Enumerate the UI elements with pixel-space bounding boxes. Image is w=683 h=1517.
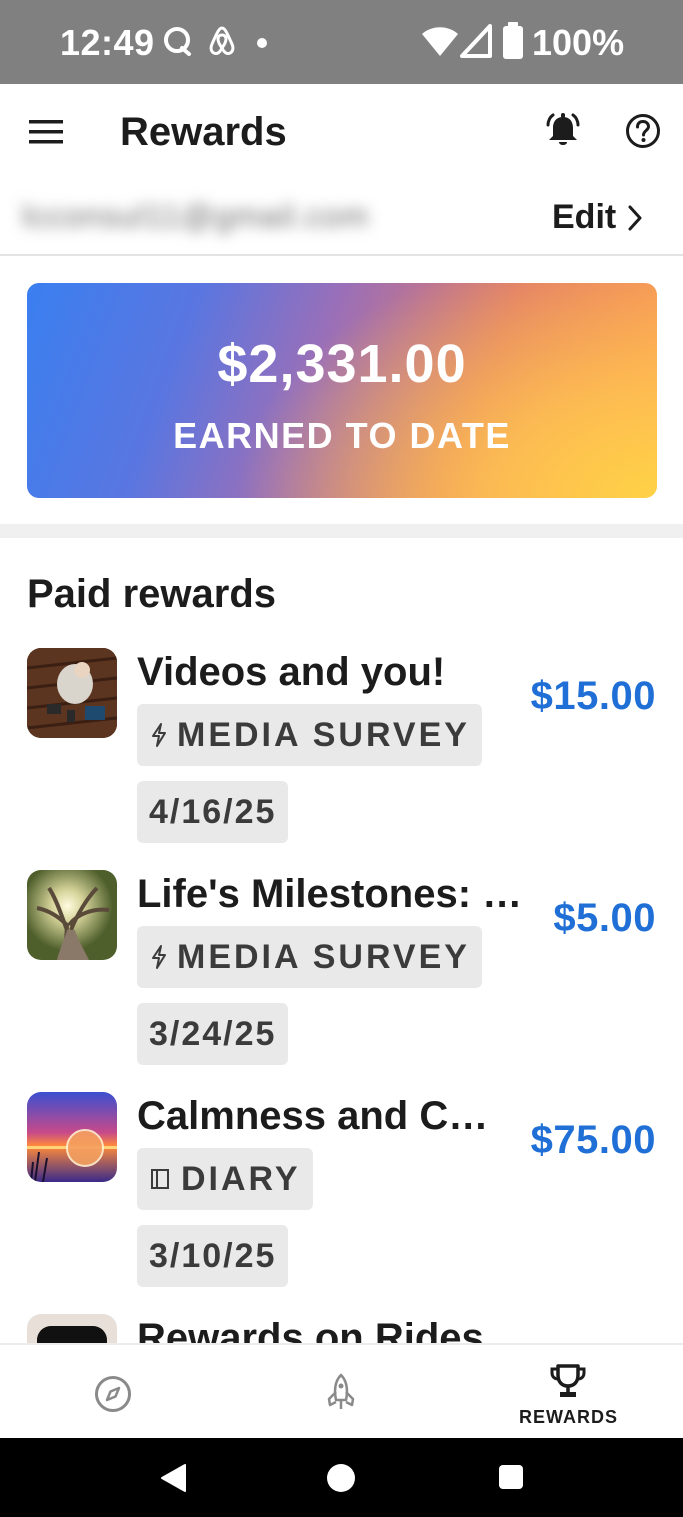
rocket-icon[interactable] bbox=[320, 1369, 362, 1415]
reward-amount: $75.00 bbox=[530, 1118, 656, 1162]
dot-icon bbox=[256, 36, 268, 54]
compass-icon[interactable] bbox=[92, 1373, 134, 1415]
reward-type-chip: MEDIA SURVEY bbox=[137, 926, 482, 988]
reward-title: Calmness and C… bbox=[137, 1094, 489, 1138]
reward-date-chip: 3/24/25 bbox=[137, 1003, 289, 1065]
section-divider bbox=[0, 524, 683, 538]
signal-icon bbox=[460, 24, 494, 63]
reward-date: 3/10/25 bbox=[149, 1236, 277, 1275]
home-icon[interactable] bbox=[322, 1459, 360, 1497]
reward-date: 3/24/25 bbox=[149, 1014, 277, 1053]
nav-label-rewards[interactable]: REWARDS bbox=[519, 1407, 618, 1428]
reward-title: Life's Milestones: … bbox=[137, 872, 523, 916]
battery-icon bbox=[502, 22, 524, 65]
chevron-right-icon[interactable] bbox=[626, 204, 644, 237]
lightning-icon bbox=[149, 722, 169, 748]
status-time: 12:49 bbox=[60, 22, 155, 63]
wifi-icon bbox=[420, 24, 460, 63]
account-email: lcconsul11@gmail.com bbox=[22, 198, 370, 234]
edit-button[interactable]: Edit bbox=[552, 198, 616, 237]
app-bar: Rewards bbox=[0, 84, 683, 180]
reward-thumbnail bbox=[27, 1314, 117, 1343]
reward-item[interactable]: Calmness and C… $75.00 DIARY 3/10/25 bbox=[0, 1092, 683, 1302]
reward-item[interactable]: Rewards on Rides $ bbox=[0, 1314, 683, 1343]
bottom-nav: REWARDS bbox=[0, 1343, 683, 1438]
reward-item[interactable]: Videos and you! $15.00 MEDIA SURVEY 4/16… bbox=[0, 648, 683, 858]
reward-date: 4/16/25 bbox=[149, 792, 277, 831]
reward-amount: $15.00 bbox=[530, 674, 656, 718]
earned-label: EARNED TO DATE bbox=[173, 415, 511, 456]
trophy-icon[interactable] bbox=[546, 1359, 590, 1403]
reward-title: Rewards on Rides bbox=[137, 1316, 484, 1343]
reward-type-label: MEDIA SURVEY bbox=[177, 715, 470, 754]
earnings-card: $2,331.00 EARNED TO DATE bbox=[27, 283, 657, 498]
diary-icon bbox=[149, 1166, 173, 1192]
chat-icon bbox=[162, 24, 194, 63]
section-title: Paid rewards bbox=[27, 572, 277, 616]
reward-thumbnail bbox=[27, 648, 117, 738]
reward-type-chip: MEDIA SURVEY bbox=[137, 704, 482, 766]
reward-type-chip: DIARY bbox=[137, 1148, 313, 1210]
earned-amount: $2,331.00 bbox=[217, 334, 467, 394]
reward-thumbnail bbox=[27, 1092, 117, 1182]
recents-icon[interactable] bbox=[494, 1460, 528, 1494]
page-title: Rewards bbox=[120, 110, 287, 154]
reward-type-label: DIARY bbox=[181, 1159, 301, 1198]
system-nav-bar bbox=[0, 1438, 683, 1517]
reward-date-chip: 3/10/25 bbox=[137, 1225, 289, 1287]
reward-item[interactable]: Life's Milestones: … $5.00 MEDIA SURVEY … bbox=[0, 870, 683, 1080]
lightning-icon bbox=[149, 944, 169, 970]
reward-date-chip: 4/16/25 bbox=[137, 781, 289, 843]
reward-thumbnail bbox=[27, 870, 117, 960]
status-bar: 12:49 100% bbox=[0, 0, 683, 84]
menu-icon[interactable] bbox=[24, 112, 68, 152]
account-row: lcconsul11@gmail.com Edit bbox=[0, 180, 683, 256]
reward-title: Videos and you! bbox=[137, 650, 446, 694]
airbnb-icon bbox=[206, 24, 238, 63]
battery-percent: 100% bbox=[532, 22, 625, 63]
help-icon[interactable] bbox=[622, 110, 664, 152]
reward-type-label: MEDIA SURVEY bbox=[177, 937, 470, 976]
bell-icon[interactable] bbox=[540, 108, 586, 154]
back-icon[interactable] bbox=[155, 1460, 191, 1496]
reward-amount: $5.00 bbox=[553, 896, 656, 940]
